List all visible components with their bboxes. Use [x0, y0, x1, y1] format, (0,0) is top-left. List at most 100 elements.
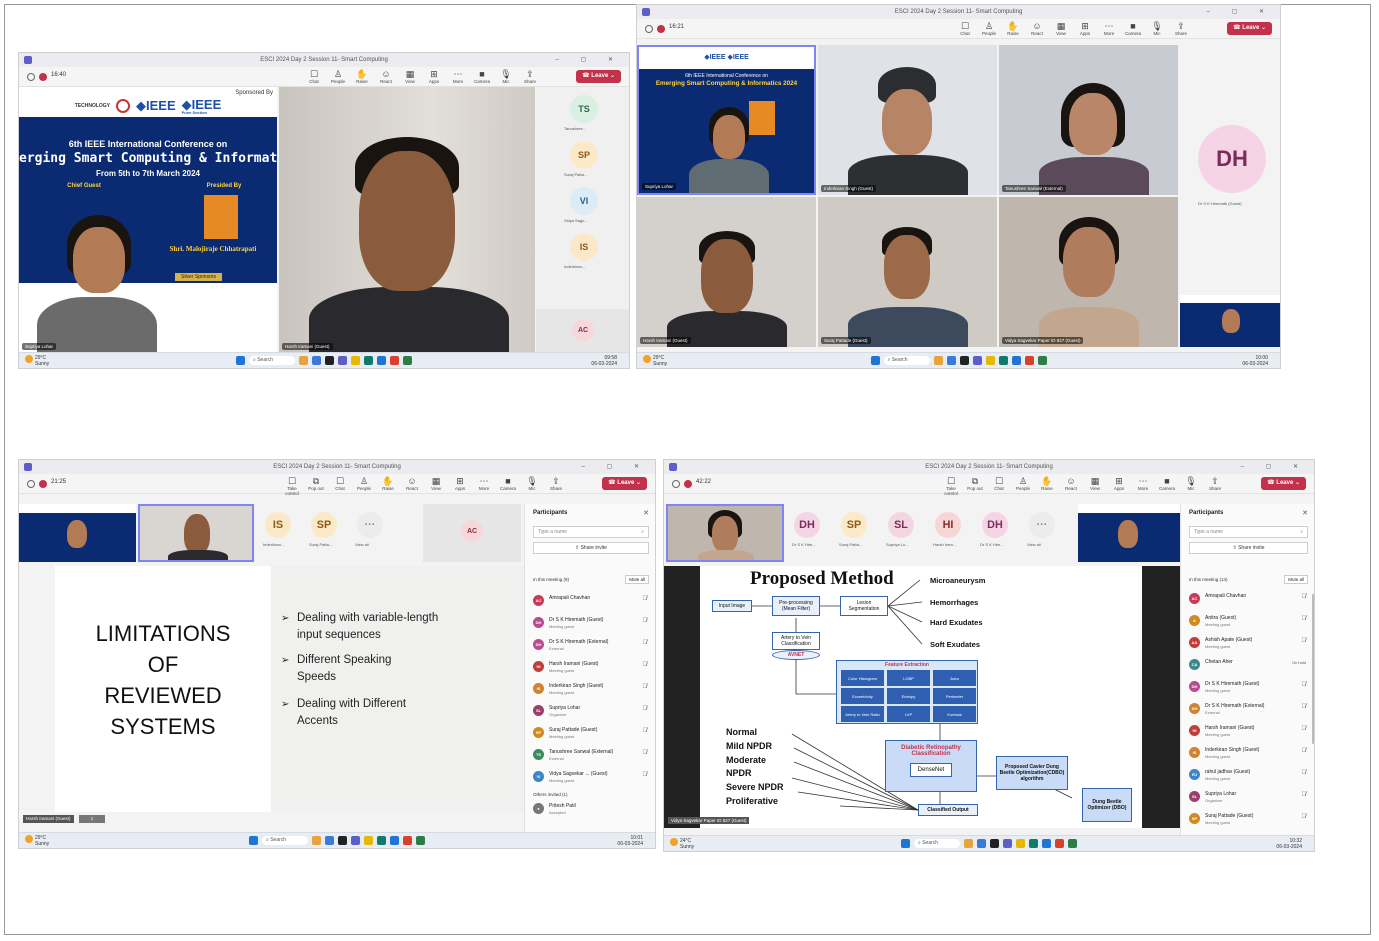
- avatar-is[interactable]: IS: [570, 233, 598, 261]
- participant-row[interactable]: A Anitra (Guest) Meeting guest 🎙̸: [1189, 612, 1308, 632]
- app-icon[interactable]: [403, 356, 412, 365]
- app-icon[interactable]: [377, 356, 386, 365]
- others-invited-header[interactable]: Others invited (1): [533, 792, 568, 797]
- app-icon[interactable]: [312, 836, 321, 845]
- participants-search[interactable]: Type a name ⌕: [1189, 526, 1308, 538]
- app-icon[interactable]: [1011, 356, 1021, 365]
- mic-muted-icon[interactable]: 🎙̸: [643, 596, 648, 602]
- avatar-dh[interactable]: DH: [794, 512, 820, 538]
- taskbar-search[interactable]: ⌕ Search: [262, 836, 308, 845]
- app-icon[interactable]: [338, 356, 347, 365]
- mic-muted-icon[interactable]: 🎙̸: [643, 706, 648, 712]
- mute-all-button[interactable]: Mute all: [625, 575, 649, 584]
- mic-muted-icon[interactable]: 🎙̸: [643, 640, 648, 646]
- window-controls[interactable]: – ▢ ✕: [1207, 5, 1274, 19]
- toolbar-pop-out-button[interactable]: ⧉ Pop out: [307, 476, 325, 496]
- video-tile-tanushree[interactable]: Tanushree Sanwal (External): [999, 45, 1178, 195]
- participant-row[interactable]: DH Dr S K Hiremath (Guest) Meeting guest 🎙̸: [533, 614, 649, 634]
- app-icon[interactable]: [351, 836, 360, 845]
- app-icon[interactable]: [1055, 839, 1064, 848]
- participant-row[interactable]: DH Dr S K Hiremath (External) External 🎙̸: [533, 636, 649, 656]
- weather-widget[interactable]: 29°C Sunny: [25, 835, 49, 847]
- toolbar-mic-button[interactable]: 🎙 Mic: [523, 476, 541, 496]
- mic-muted-icon[interactable]: 🎙̸: [643, 684, 648, 690]
- mic-muted-icon[interactable]: 🎙̸: [1302, 726, 1307, 732]
- toolbar-chat-button[interactable]: ☐ Chat: [956, 21, 974, 36]
- participant-row[interactable]: AC Amrapali Chavhan 🎙̸: [1189, 590, 1308, 610]
- toolbar-share-button[interactable]: ⇪ Share: [521, 69, 539, 84]
- participant-status[interactable]: On hold: [1292, 660, 1306, 665]
- toolbar-people-button[interactable]: ♙ People: [355, 476, 373, 496]
- avatar-dh[interactable]: DH: [982, 512, 1008, 538]
- app-icon[interactable]: [1016, 839, 1025, 848]
- close-icon[interactable]: ✕: [643, 509, 649, 517]
- toolbar-view-button[interactable]: ▦ View: [401, 69, 419, 84]
- toolbar-chat-button[interactable]: ☐ Chat: [990, 476, 1008, 496]
- toolbar-view-button[interactable]: ▦ View: [427, 476, 445, 496]
- toolbar-mic-button[interactable]: 🎙 Mic: [497, 69, 515, 84]
- participant-row[interactable]: AC Amrapali Chavhan 🎙̸: [533, 592, 649, 612]
- toolbar-react-button[interactable]: ☺ React: [377, 69, 395, 84]
- toolbar-camera-button[interactable]: ■ Camera: [499, 476, 517, 496]
- mic-muted-icon[interactable]: 🎙̸: [1302, 814, 1307, 820]
- toolbar-more-button[interactable]: ⋯ More: [449, 69, 467, 84]
- mic-muted-icon[interactable]: 🎙̸: [643, 662, 648, 668]
- toolbar-pop-out-button[interactable]: ⧉ Pop out: [966, 476, 984, 496]
- avatar-sl[interactable]: SL: [888, 512, 914, 538]
- toolbar-take-control-button[interactable]: ☐ Take control: [942, 476, 960, 496]
- app-icon[interactable]: [351, 356, 360, 365]
- window-controls[interactable]: – ▢ ✕: [1241, 460, 1308, 474]
- participant-row[interactable]: IS Inderkiran Singh (Guest) Meeting guest 🎙…: [533, 680, 649, 700]
- windows-start-icon[interactable]: [249, 836, 258, 845]
- mic-muted-icon[interactable]: 🎙̸: [1302, 594, 1307, 600]
- video-tile-suraj[interactable]: Suraj Pattade (Guest): [818, 197, 997, 347]
- app-icon[interactable]: [312, 356, 321, 365]
- toolbar-share-button[interactable]: ⇪ Share: [547, 476, 565, 496]
- toolbar-chat-button[interactable]: ☐ Chat: [331, 476, 349, 496]
- page-indicator[interactable]: 1: [79, 815, 105, 823]
- app-icon[interactable]: [946, 356, 956, 365]
- leave-button[interactable]: ☎ Leave ⌄: [1261, 477, 1306, 490]
- participant-row[interactable]: DH Dr S K Hiremath (Guest) Meeting guest 🎙̸: [1189, 678, 1308, 698]
- panel-scrollbar[interactable]: [1312, 594, 1314, 744]
- toolbar-mic-button[interactable]: 🎙 Mic: [1182, 476, 1200, 496]
- participant-row[interactable]: HI Harsh Iramani (Guest) Meeting guest 🎙̸: [533, 658, 649, 678]
- shared-slide[interactable]: Proposed Method Input Image Pre-processi…: [700, 566, 1142, 828]
- avatar-hi[interactable]: HI: [935, 512, 961, 538]
- app-icon[interactable]: [364, 356, 373, 365]
- toolbar-share-button[interactable]: ⇪ Share: [1172, 21, 1190, 36]
- windows-start-icon[interactable]: [236, 356, 245, 365]
- toolbar-raise-button[interactable]: ✋ Raise: [353, 69, 371, 84]
- mic-muted-icon[interactable]: 🎙̸: [643, 772, 648, 778]
- app-icon[interactable]: [990, 839, 999, 848]
- toolbar-view-button[interactable]: ▦ View: [1052, 21, 1070, 36]
- windows-start-icon[interactable]: [901, 839, 910, 848]
- app-icon[interactable]: [1003, 839, 1012, 848]
- ac-tile[interactable]: AC: [536, 309, 629, 353]
- system-clock[interactable]: 10:00 06-03-2024: [1242, 355, 1268, 367]
- app-icon[interactable]: [416, 836, 425, 845]
- participant-row[interactable]: AA Ashish Apate (Guest) Meeting guest 🎙̸: [1189, 634, 1308, 654]
- taskbar-search[interactable]: ⌕ Search: [914, 839, 960, 848]
- weather-widget[interactable]: 29°C Sunny: [25, 355, 49, 367]
- toolbar-more-button[interactable]: ⋯ More: [1134, 476, 1152, 496]
- app-icon[interactable]: [985, 356, 995, 365]
- dh-tile[interactable]: DH Dr S K Hiremath (Guest): [1180, 45, 1280, 295]
- participant-row[interactable]: CA Chetan Aher On hold: [1189, 656, 1308, 676]
- toolbar-more-button[interactable]: ⋯ More: [1100, 21, 1118, 36]
- app-icon[interactable]: [1029, 839, 1038, 848]
- mic-muted-icon[interactable]: 🎙̸: [1302, 638, 1307, 644]
- mic-muted-icon[interactable]: 🎙̸: [1302, 616, 1307, 622]
- toolbar-view-button[interactable]: ▦ View: [1086, 476, 1104, 496]
- app-icon[interactable]: [390, 356, 399, 365]
- participant-row[interactable]: VI Vidya Sagvekar ... (Guest) Meeting gues…: [533, 768, 649, 788]
- speaker-strip-tile[interactable]: [138, 504, 254, 562]
- weather-widget[interactable]: 24°C Sunny: [670, 838, 694, 850]
- app-icon[interactable]: [933, 356, 943, 365]
- close-icon[interactable]: ✕: [1302, 509, 1308, 517]
- in-meeting-header[interactable]: In this meeting (14): [1189, 577, 1228, 582]
- mute-all-button[interactable]: Mute all: [1284, 575, 1308, 584]
- toolbar-apps-button[interactable]: ⊞ Apps: [1110, 476, 1128, 496]
- toolbar-share-button[interactable]: ⇪ Share: [1206, 476, 1224, 496]
- toolbar-raise-button[interactable]: ✋ Raise: [379, 476, 397, 496]
